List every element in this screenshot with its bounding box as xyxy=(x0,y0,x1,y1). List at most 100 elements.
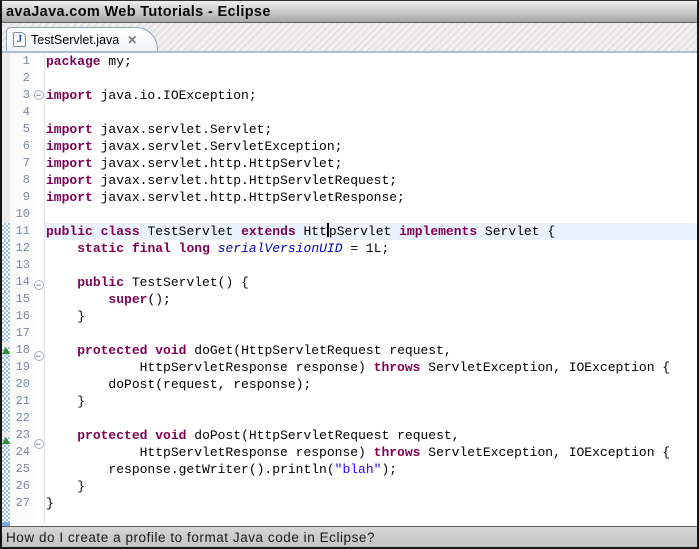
fold-cell: − xyxy=(33,439,44,456)
line-number[interactable]: 3 xyxy=(10,87,30,104)
fold-collapse-icon[interactable]: − xyxy=(33,439,44,449)
code-line: import javax.servlet.ServletException; xyxy=(45,138,697,155)
code-line: HttpServletResponse response) throws Ser… xyxy=(45,444,697,461)
window-titlebar[interactable]: avaJava.com Web Tutorials - Eclipse xyxy=(2,1,697,23)
code-line: } xyxy=(45,478,697,495)
line-number[interactable]: 23 xyxy=(10,427,30,444)
code-pane[interactable]: package my; import java.io.IOException; im… xyxy=(45,53,697,524)
line-number[interactable]: 9 xyxy=(10,189,30,206)
line-number[interactable]: 24 xyxy=(10,444,30,461)
range-indicator-cell xyxy=(2,505,10,522)
line-number[interactable]: 21 xyxy=(10,393,30,410)
fold-collapse-icon[interactable]: − xyxy=(33,280,44,290)
range-indicator-cell xyxy=(2,308,10,325)
fold-cell xyxy=(33,507,44,524)
line-number[interactable]: 18 xyxy=(10,342,30,359)
range-indicator-cell xyxy=(2,364,10,381)
code-line: import javax.servlet.Servlet; xyxy=(45,121,697,138)
annotation-cell xyxy=(2,53,10,70)
code-token: doPost(HttpServletRequest request, xyxy=(186,428,460,443)
tab-testservlet-java[interactable]: J TestServlet.java ✕ xyxy=(6,27,158,51)
range-indicator-cell xyxy=(2,398,10,415)
fold-cell xyxy=(33,385,44,402)
line-number[interactable]: 25 xyxy=(10,461,30,478)
line-number[interactable]: 19 xyxy=(10,359,30,376)
folding-gutter[interactable]: − − − − xyxy=(33,53,45,524)
fold-cell xyxy=(33,175,44,192)
line-number[interactable]: 27 xyxy=(10,495,30,512)
code-token: serialVersionUID xyxy=(217,241,343,256)
line-number[interactable]: 16 xyxy=(10,308,30,325)
fold-cell xyxy=(33,419,44,436)
range-indicator-cell xyxy=(2,471,10,488)
fold-cell xyxy=(33,297,44,314)
code-token: throws xyxy=(373,360,421,375)
line-number[interactable]: 8 xyxy=(10,172,30,189)
line-number-gutter[interactable]: 1 2 3 4 5 6 7 8 9 10 11 12 13 14 15 16 17 18 19 20 21 22 23 24 2… xyxy=(10,53,33,524)
line-number[interactable]: 2 xyxy=(10,70,30,87)
code-token: (); xyxy=(147,292,171,307)
line-number[interactable]: 17 xyxy=(10,325,30,342)
code-token: doPost(request, response); xyxy=(46,377,312,392)
line-number[interactable]: 13 xyxy=(10,257,30,274)
tab-close-icon[interactable]: ✕ xyxy=(127,33,137,47)
code-token: } xyxy=(46,309,86,324)
fold-collapse-icon[interactable]: − xyxy=(33,90,44,100)
line-number[interactable]: 11 xyxy=(10,223,30,240)
code-token: final xyxy=(131,241,171,256)
line-number[interactable]: 26 xyxy=(10,478,30,495)
line-number[interactable]: 15 xyxy=(10,291,30,308)
annotation-cell xyxy=(2,155,10,172)
code-line: doPost(request, response); xyxy=(45,376,697,393)
fold-collapse-icon[interactable]: − xyxy=(33,351,44,361)
override-indicator-icon[interactable] xyxy=(2,437,10,444)
annotation-cell xyxy=(2,87,10,104)
line-number[interactable]: 22 xyxy=(10,410,30,427)
code-token: = 1L; xyxy=(342,241,390,256)
line-number[interactable]: 6 xyxy=(10,138,30,155)
fold-cell xyxy=(33,124,44,141)
fold-cell xyxy=(33,473,44,490)
fold-cell xyxy=(33,141,44,158)
code-line: static final long serialVersionUID = 1L; xyxy=(45,240,697,257)
fold-cell: − xyxy=(33,280,44,297)
line-number[interactable]: 12 xyxy=(10,240,30,257)
line-number[interactable]: 10 xyxy=(10,206,30,223)
code-token: import xyxy=(46,122,93,137)
fold-cell: − xyxy=(33,351,44,368)
line-number[interactable]: 4 xyxy=(10,104,30,121)
code-token: javax.servlet.http.HttpServlet; xyxy=(92,156,343,171)
code-line: public TestServlet() { xyxy=(45,274,697,291)
annotation-cell xyxy=(2,121,10,138)
fold-cell xyxy=(33,260,44,277)
code-token: HttpServletResponse response) xyxy=(46,360,374,375)
line-number[interactable]: 14 xyxy=(10,274,30,291)
code-token: import xyxy=(46,156,93,171)
code-line: protected void doPost(HttpServletRequest… xyxy=(45,427,697,444)
code-token: static xyxy=(77,241,125,256)
code-token: HttpServletResponse response) xyxy=(46,445,374,460)
line-number[interactable]: 20 xyxy=(10,376,30,393)
tab-label: TestServlet.java xyxy=(31,32,120,47)
code-token: ); xyxy=(381,462,398,477)
override-indicator-icon[interactable] xyxy=(2,347,10,354)
code-token: } xyxy=(46,479,86,494)
line-number[interactable]: 1 xyxy=(10,53,30,70)
code-token: "blah" xyxy=(334,462,382,477)
line-number[interactable]: 7 xyxy=(10,155,30,172)
code-editor[interactable]: 1 2 3 4 5 6 7 8 9 10 11 12 13 14 15 16 17 18 19 20 21 22 23 24 2… xyxy=(2,53,697,528)
fold-cell xyxy=(33,226,44,243)
code-token: void xyxy=(155,343,187,358)
fold-cell xyxy=(33,331,44,348)
code-line: } xyxy=(45,393,697,410)
range-indicator-cell xyxy=(2,223,10,240)
window-title: avaJava.com Web Tutorials - Eclipse xyxy=(6,3,271,20)
line-number[interactable]: 5 xyxy=(10,121,30,138)
